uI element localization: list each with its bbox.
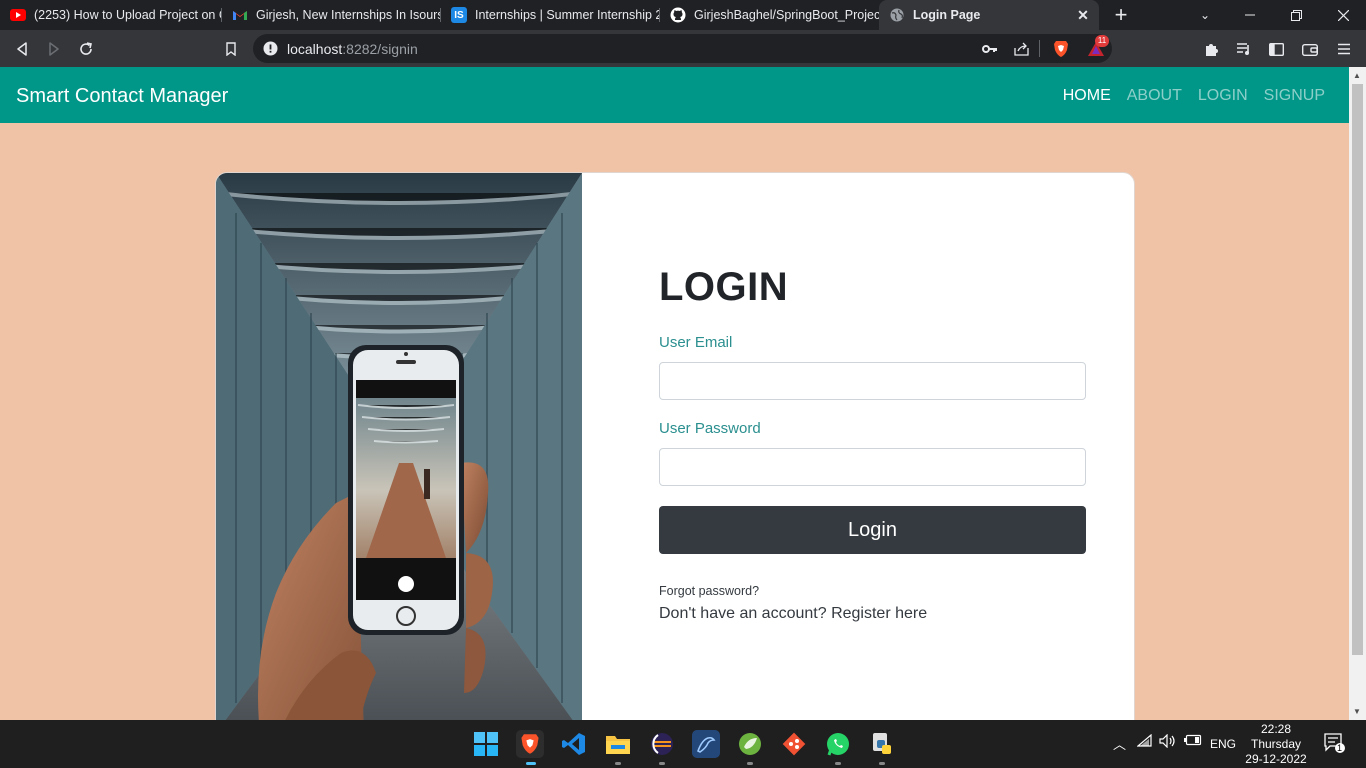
- system-clock[interactable]: 22:28 Thursday 29-12-2022: [1240, 722, 1312, 767]
- brave-shields-icon[interactable]: [1051, 39, 1071, 59]
- tab-title: GirjeshBaghel/SpringBoot_Project: [694, 8, 879, 22]
- git-icon[interactable]: [780, 730, 808, 758]
- restore-icon[interactable]: [1286, 5, 1306, 25]
- show-hidden-icons-chevron-icon[interactable]: ︿: [1113, 734, 1126, 753]
- minimize-icon[interactable]: [1240, 5, 1260, 25]
- browser-tab[interactable]: IS Internships | Summer Internship 20: [441, 0, 660, 30]
- active-app-indicator: [526, 762, 536, 765]
- bookmark-icon[interactable]: [220, 38, 242, 60]
- browser-tab[interactable]: Girjesh, New Internships In Isourse: [222, 0, 441, 30]
- email-field[interactable]: [659, 362, 1086, 400]
- site-info-icon[interactable]: [263, 41, 278, 56]
- media-playlist-icon[interactable]: [1233, 38, 1255, 60]
- youtube-icon: [10, 7, 26, 23]
- login-button[interactable]: Login: [659, 506, 1086, 554]
- notification-badge: 11: [1095, 35, 1109, 47]
- browser-tab[interactable]: GirjeshBaghel/SpringBoot_Project: [660, 0, 879, 30]
- reload-icon[interactable]: [75, 38, 97, 60]
- clock-time: 22:28: [1260, 722, 1292, 736]
- close-window-icon[interactable]: [1333, 5, 1353, 25]
- windows-taskbar: ︿ ENG 22:28 Thursday 29-12-2022 1: [0, 720, 1366, 768]
- extensions-icon[interactable]: [1201, 38, 1223, 60]
- clock-date: 29-12-2022: [1245, 752, 1307, 766]
- nav-links: HOME ABOUT LOGIN SIGNUP: [1063, 87, 1325, 105]
- python-icon[interactable]: [868, 730, 896, 758]
- share-icon[interactable]: [1012, 39, 1032, 59]
- password-label: User Password: [659, 420, 761, 437]
- sidebar-icon[interactable]: [1265, 38, 1287, 60]
- browser-toolbar: localhost:8282/signin 11: [0, 30, 1366, 67]
- mysql-workbench-icon[interactable]: [692, 730, 720, 758]
- isourse-icon: IS: [451, 7, 467, 23]
- language-indicator[interactable]: ENG: [1210, 737, 1236, 751]
- password-field[interactable]: [659, 448, 1086, 486]
- running-app-indicator: [835, 762, 841, 765]
- nav-signup[interactable]: SIGNUP: [1264, 87, 1325, 105]
- whatsapp-icon[interactable]: [824, 730, 852, 758]
- tab-title: Girjesh, New Internships In Isourse: [256, 8, 441, 22]
- running-app-indicator: [747, 762, 753, 765]
- nav-about[interactable]: ABOUT: [1127, 87, 1182, 105]
- url-host: localhost: [287, 41, 343, 57]
- notification-count: 1: [1337, 743, 1343, 753]
- clock-day: Thursday: [1250, 737, 1302, 751]
- browser-tab-active[interactable]: Login Page ✕: [879, 0, 1099, 30]
- login-heading: LOGIN: [659, 265, 789, 309]
- globe-icon: [889, 7, 905, 23]
- back-icon[interactable]: [11, 38, 33, 60]
- page-viewport: Smart Contact Manager HOME ABOUT LOGIN S…: [0, 67, 1349, 720]
- browser-tab-strip: (2253) How to Upload Project on G Girjes…: [0, 0, 1366, 30]
- login-card: LOGIN User Email User Password Login For…: [215, 172, 1135, 720]
- url-path: :8282/signin: [342, 41, 418, 57]
- new-tab-button[interactable]: +: [1111, 2, 1131, 27]
- volume-icon[interactable]: [1159, 733, 1177, 751]
- forward-icon[interactable]: [43, 38, 65, 60]
- spring-tool-suite-icon[interactable]: [736, 730, 764, 758]
- vscode-icon[interactable]: [560, 730, 588, 758]
- wifi-icon[interactable]: [1136, 733, 1153, 751]
- hand-holding-phone-image: [216, 173, 582, 720]
- site-navbar: Smart Contact Manager HOME ABOUT LOGIN S…: [0, 67, 1349, 123]
- menu-icon[interactable]: [1333, 38, 1355, 60]
- scroll-up-arrow-icon[interactable]: ▲: [1353, 71, 1361, 80]
- tab-title: Internships | Summer Internship 20: [475, 8, 660, 22]
- nav-login[interactable]: LOGIN: [1198, 87, 1248, 105]
- notification-center-icon[interactable]: 1: [1324, 733, 1346, 756]
- navbar-brand[interactable]: Smart Contact Manager: [16, 85, 228, 108]
- forgot-password-link[interactable]: Forgot password?: [659, 584, 759, 598]
- wallet-icon[interactable]: [1299, 38, 1321, 60]
- omnibox-divider: [1039, 40, 1040, 57]
- scroll-thumb[interactable]: [1352, 84, 1363, 655]
- gmail-icon: [232, 7, 248, 23]
- page-scrollbar[interactable]: ▲ ▼: [1349, 67, 1366, 720]
- brave-browser-icon[interactable]: [516, 730, 544, 758]
- tab-title: (2253) How to Upload Project on G: [34, 8, 222, 22]
- running-app-indicator: [879, 762, 885, 765]
- browser-tab[interactable]: (2253) How to Upload Project on G: [0, 0, 222, 30]
- github-icon: [670, 7, 686, 23]
- tab-search-chevron-icon[interactable]: ⌄: [1195, 5, 1215, 25]
- register-link[interactable]: Don't have an account? Register here: [659, 605, 927, 623]
- battery-icon[interactable]: [1184, 734, 1202, 749]
- running-app-indicator: [615, 762, 621, 765]
- key-icon[interactable]: [980, 39, 1000, 59]
- windows-start-icon[interactable]: [472, 730, 500, 758]
- file-explorer-icon[interactable]: [604, 730, 632, 758]
- url-text: localhost:8282/signin: [287, 41, 418, 57]
- eclipse-icon[interactable]: [648, 730, 676, 758]
- tab-title: Login Page: [913, 8, 981, 22]
- scroll-down-arrow-icon[interactable]: ▼: [1353, 707, 1361, 716]
- tab-close-icon[interactable]: ✕: [1075, 7, 1091, 23]
- running-app-indicator: [659, 762, 665, 765]
- address-bar[interactable]: localhost:8282/signin 11: [253, 34, 1112, 63]
- email-label: User Email: [659, 334, 733, 351]
- nav-home[interactable]: HOME: [1063, 87, 1111, 105]
